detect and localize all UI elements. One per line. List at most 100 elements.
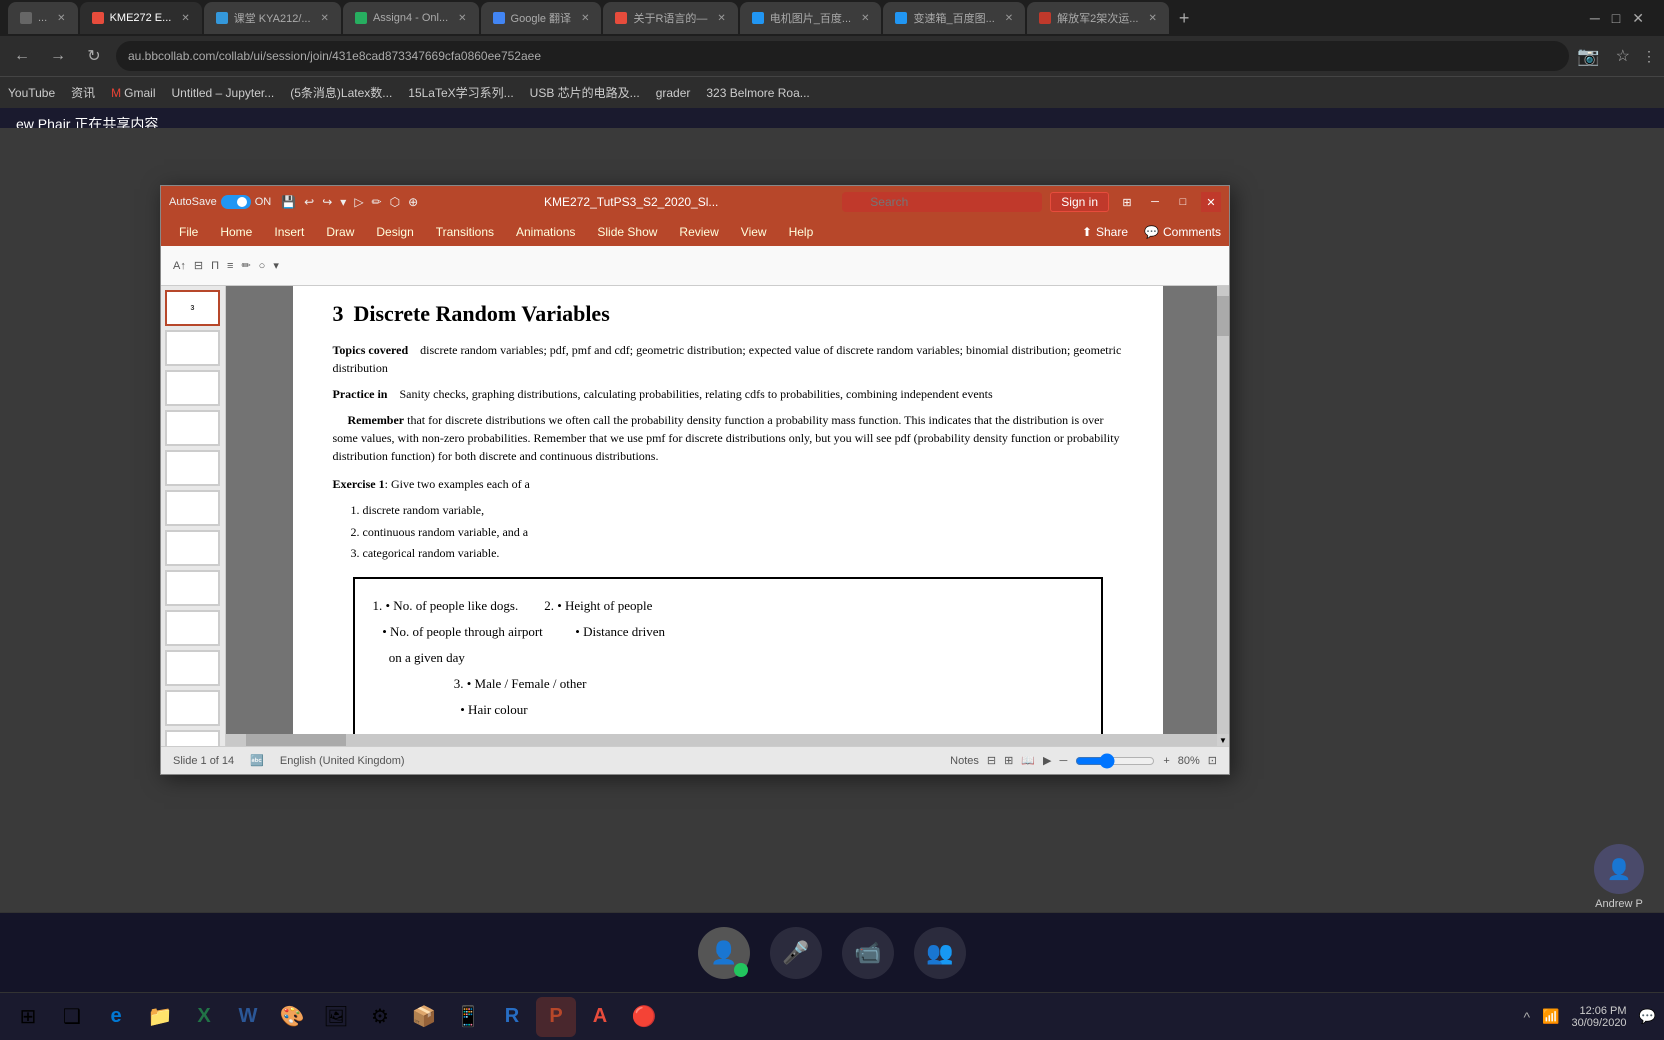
ribbon-tab-slideshow[interactable]: Slide Show: [587, 221, 667, 243]
slide-thumb-11[interactable]: [165, 690, 220, 726]
r-button[interactable]: R: [492, 997, 532, 1037]
bookmark-latex1[interactable]: (5条消息)Latex数...: [290, 84, 392, 101]
tab-close-7[interactable]: ✕: [861, 13, 869, 24]
paint-button[interactable]: 🎨: [272, 997, 312, 1037]
ribbon-tab-home[interactable]: Home: [210, 221, 262, 243]
slide-thumb-5[interactable]: [165, 450, 220, 486]
signin-button[interactable]: Sign in: [1050, 192, 1109, 212]
comments-button[interactable]: 💬 Comments: [1144, 225, 1221, 239]
address-input[interactable]: au.bbcollab.com/collab/ui/session/join/4…: [116, 41, 1569, 71]
notes-button[interactable]: Notes: [950, 755, 979, 767]
slide-thumb-6[interactable]: [165, 490, 220, 526]
fit-slide-icon[interactable]: ⊡: [1208, 754, 1217, 767]
ribbon-tool-1[interactable]: A↑: [169, 260, 190, 272]
grid-view-icon[interactable]: ⊞: [1117, 192, 1137, 212]
ppt-minimize-button[interactable]: ─: [1145, 192, 1165, 212]
bookmark-jupyter[interactable]: Untitled – Jupyter...: [172, 86, 275, 100]
scrollbar-thumb-h[interactable]: [246, 734, 346, 746]
new-tab-button[interactable]: +: [1171, 8, 1198, 29]
excel-button[interactable]: X: [184, 997, 224, 1037]
present-icon[interactable]: ▷: [352, 193, 365, 211]
tab-close-4[interactable]: ✕: [458, 13, 466, 24]
ribbon-tool-2[interactable]: ⊟: [190, 259, 207, 272]
task-view-button[interactable]: ❑: [52, 997, 92, 1037]
tab-close-9[interactable]: ✕: [1148, 13, 1156, 24]
slide-thumb-2[interactable]: [165, 330, 220, 366]
ppt-search-input[interactable]: [842, 192, 1042, 212]
back-button[interactable]: ←: [8, 42, 36, 70]
ribbon-tab-help[interactable]: Help: [779, 221, 824, 243]
camera-icon[interactable]: 📷: [1577, 46, 1599, 67]
ribbon-tool-6[interactable]: ○: [255, 260, 270, 272]
maximize-browser[interactable]: □: [1608, 10, 1624, 27]
undo-icon[interactable]: ↩: [302, 193, 316, 211]
start-button[interactable]: ⊞: [8, 997, 48, 1037]
bookmark-news[interactable]: 资讯: [71, 84, 95, 101]
tab-6[interactable]: 关于R语言的— ✕: [603, 2, 737, 34]
slide-thumbnails-panel[interactable]: 1 3 2 3 4 5: [161, 286, 226, 746]
zoom-in-icon[interactable]: +: [1163, 755, 1169, 767]
ribbon-tab-draw[interactable]: Draw: [316, 221, 364, 243]
more-icon[interactable]: ▾: [338, 193, 348, 211]
slide-thumb-10[interactable]: [165, 650, 220, 686]
edge-button[interactable]: e: [96, 997, 136, 1037]
notification-icon[interactable]: 💬: [1639, 1008, 1656, 1025]
slide-canvas-area[interactable]: 3 Discrete Random Variables Topics cover…: [226, 286, 1229, 746]
tab-close-2[interactable]: ✕: [181, 13, 189, 24]
photos-button[interactable]: 🖼: [316, 997, 356, 1037]
ribbon-tab-view[interactable]: View: [731, 221, 777, 243]
bookmark-belmore[interactable]: 323 Belmore Roa...: [706, 86, 809, 100]
ppt-maximize-button[interactable]: □: [1173, 192, 1193, 212]
save-icon[interactable]: 💾: [279, 193, 298, 211]
close-browser[interactable]: ✕: [1628, 10, 1648, 27]
bookmark-gmail[interactable]: M Gmail: [111, 86, 155, 100]
scrollbar-thumb-v[interactable]: [1217, 296, 1229, 336]
slide-thumb-9[interactable]: [165, 610, 220, 646]
grid-view-icon[interactable]: ⊞: [1004, 754, 1013, 767]
autosave-toggle-switch[interactable]: [221, 195, 251, 209]
tab-3[interactable]: 课堂 KYA212/... ✕: [204, 2, 341, 34]
slide-thumb-7[interactable]: [165, 530, 220, 566]
word-button[interactable]: W: [228, 997, 268, 1037]
settings-icon[interactable]: ⋮: [1642, 48, 1656, 65]
andrew-avatar[interactable]: 👤 Andrew P: [1594, 844, 1644, 910]
system-clock[interactable]: 12:06 PM 30/09/2020: [1572, 1005, 1627, 1029]
tab-close-1[interactable]: ✕: [57, 13, 65, 24]
forward-button[interactable]: →: [44, 42, 72, 70]
tab-4[interactable]: Assign4 - Onl... ✕: [343, 2, 479, 34]
minimize-browser[interactable]: ─: [1586, 10, 1604, 27]
tab-5[interactable]: Google 翻译 ✕: [481, 2, 602, 34]
ribbon-tool-5[interactable]: ✏: [237, 259, 254, 272]
expand-icon[interactable]: ⊕: [406, 193, 420, 211]
slide-thumb-8[interactable]: [165, 570, 220, 606]
ribbon-tool-3[interactable]: Π: [207, 260, 223, 272]
user-profile-button[interactable]: 👤: [698, 927, 750, 979]
zoom-slider[interactable]: [1075, 753, 1155, 769]
tab-2[interactable]: KME272 E... ✕: [80, 2, 202, 34]
scroll-down-arrow[interactable]: ▼: [1217, 734, 1229, 746]
ribbon-tool-4[interactable]: ≡: [223, 260, 237, 272]
reading-view-icon[interactable]: 📖: [1021, 754, 1035, 767]
zoom-out-icon[interactable]: ─: [1060, 755, 1068, 767]
microphone-button[interactable]: 🎤: [770, 927, 822, 979]
network-icon[interactable]: 📶: [1542, 1008, 1559, 1025]
tab-close-8[interactable]: ✕: [1005, 13, 1013, 24]
files-button[interactable]: 📁: [140, 997, 180, 1037]
ribbon-tab-design[interactable]: Design: [366, 221, 423, 243]
slide-thumb-4[interactable]: [165, 410, 220, 446]
redo-icon[interactable]: ↪: [320, 193, 334, 211]
ribbon-tab-animations[interactable]: Animations: [506, 221, 585, 243]
bookmark-latex2[interactable]: 15LaTeX学习系列...: [408, 84, 513, 101]
refresh-button[interactable]: ↻: [80, 42, 108, 70]
tab-8[interactable]: 变速箱_百度图... ✕: [883, 2, 1025, 34]
tab-close-6[interactable]: ✕: [717, 13, 725, 24]
pen-icon[interactable]: ✏: [370, 193, 384, 211]
tab-close-3[interactable]: ✕: [321, 13, 329, 24]
chrome-button[interactable]: 🔴: [624, 997, 664, 1037]
shapes-icon[interactable]: ⬡: [388, 193, 402, 211]
tab-9[interactable]: 解放军2架次运... ✕: [1027, 2, 1169, 34]
bookmark-youtube[interactable]: YouTube: [8, 86, 55, 100]
system-expand-icon[interactable]: ^: [1523, 1009, 1530, 1025]
app3-button[interactable]: 📱: [448, 997, 488, 1037]
participants-button[interactable]: 👥: [914, 927, 966, 979]
